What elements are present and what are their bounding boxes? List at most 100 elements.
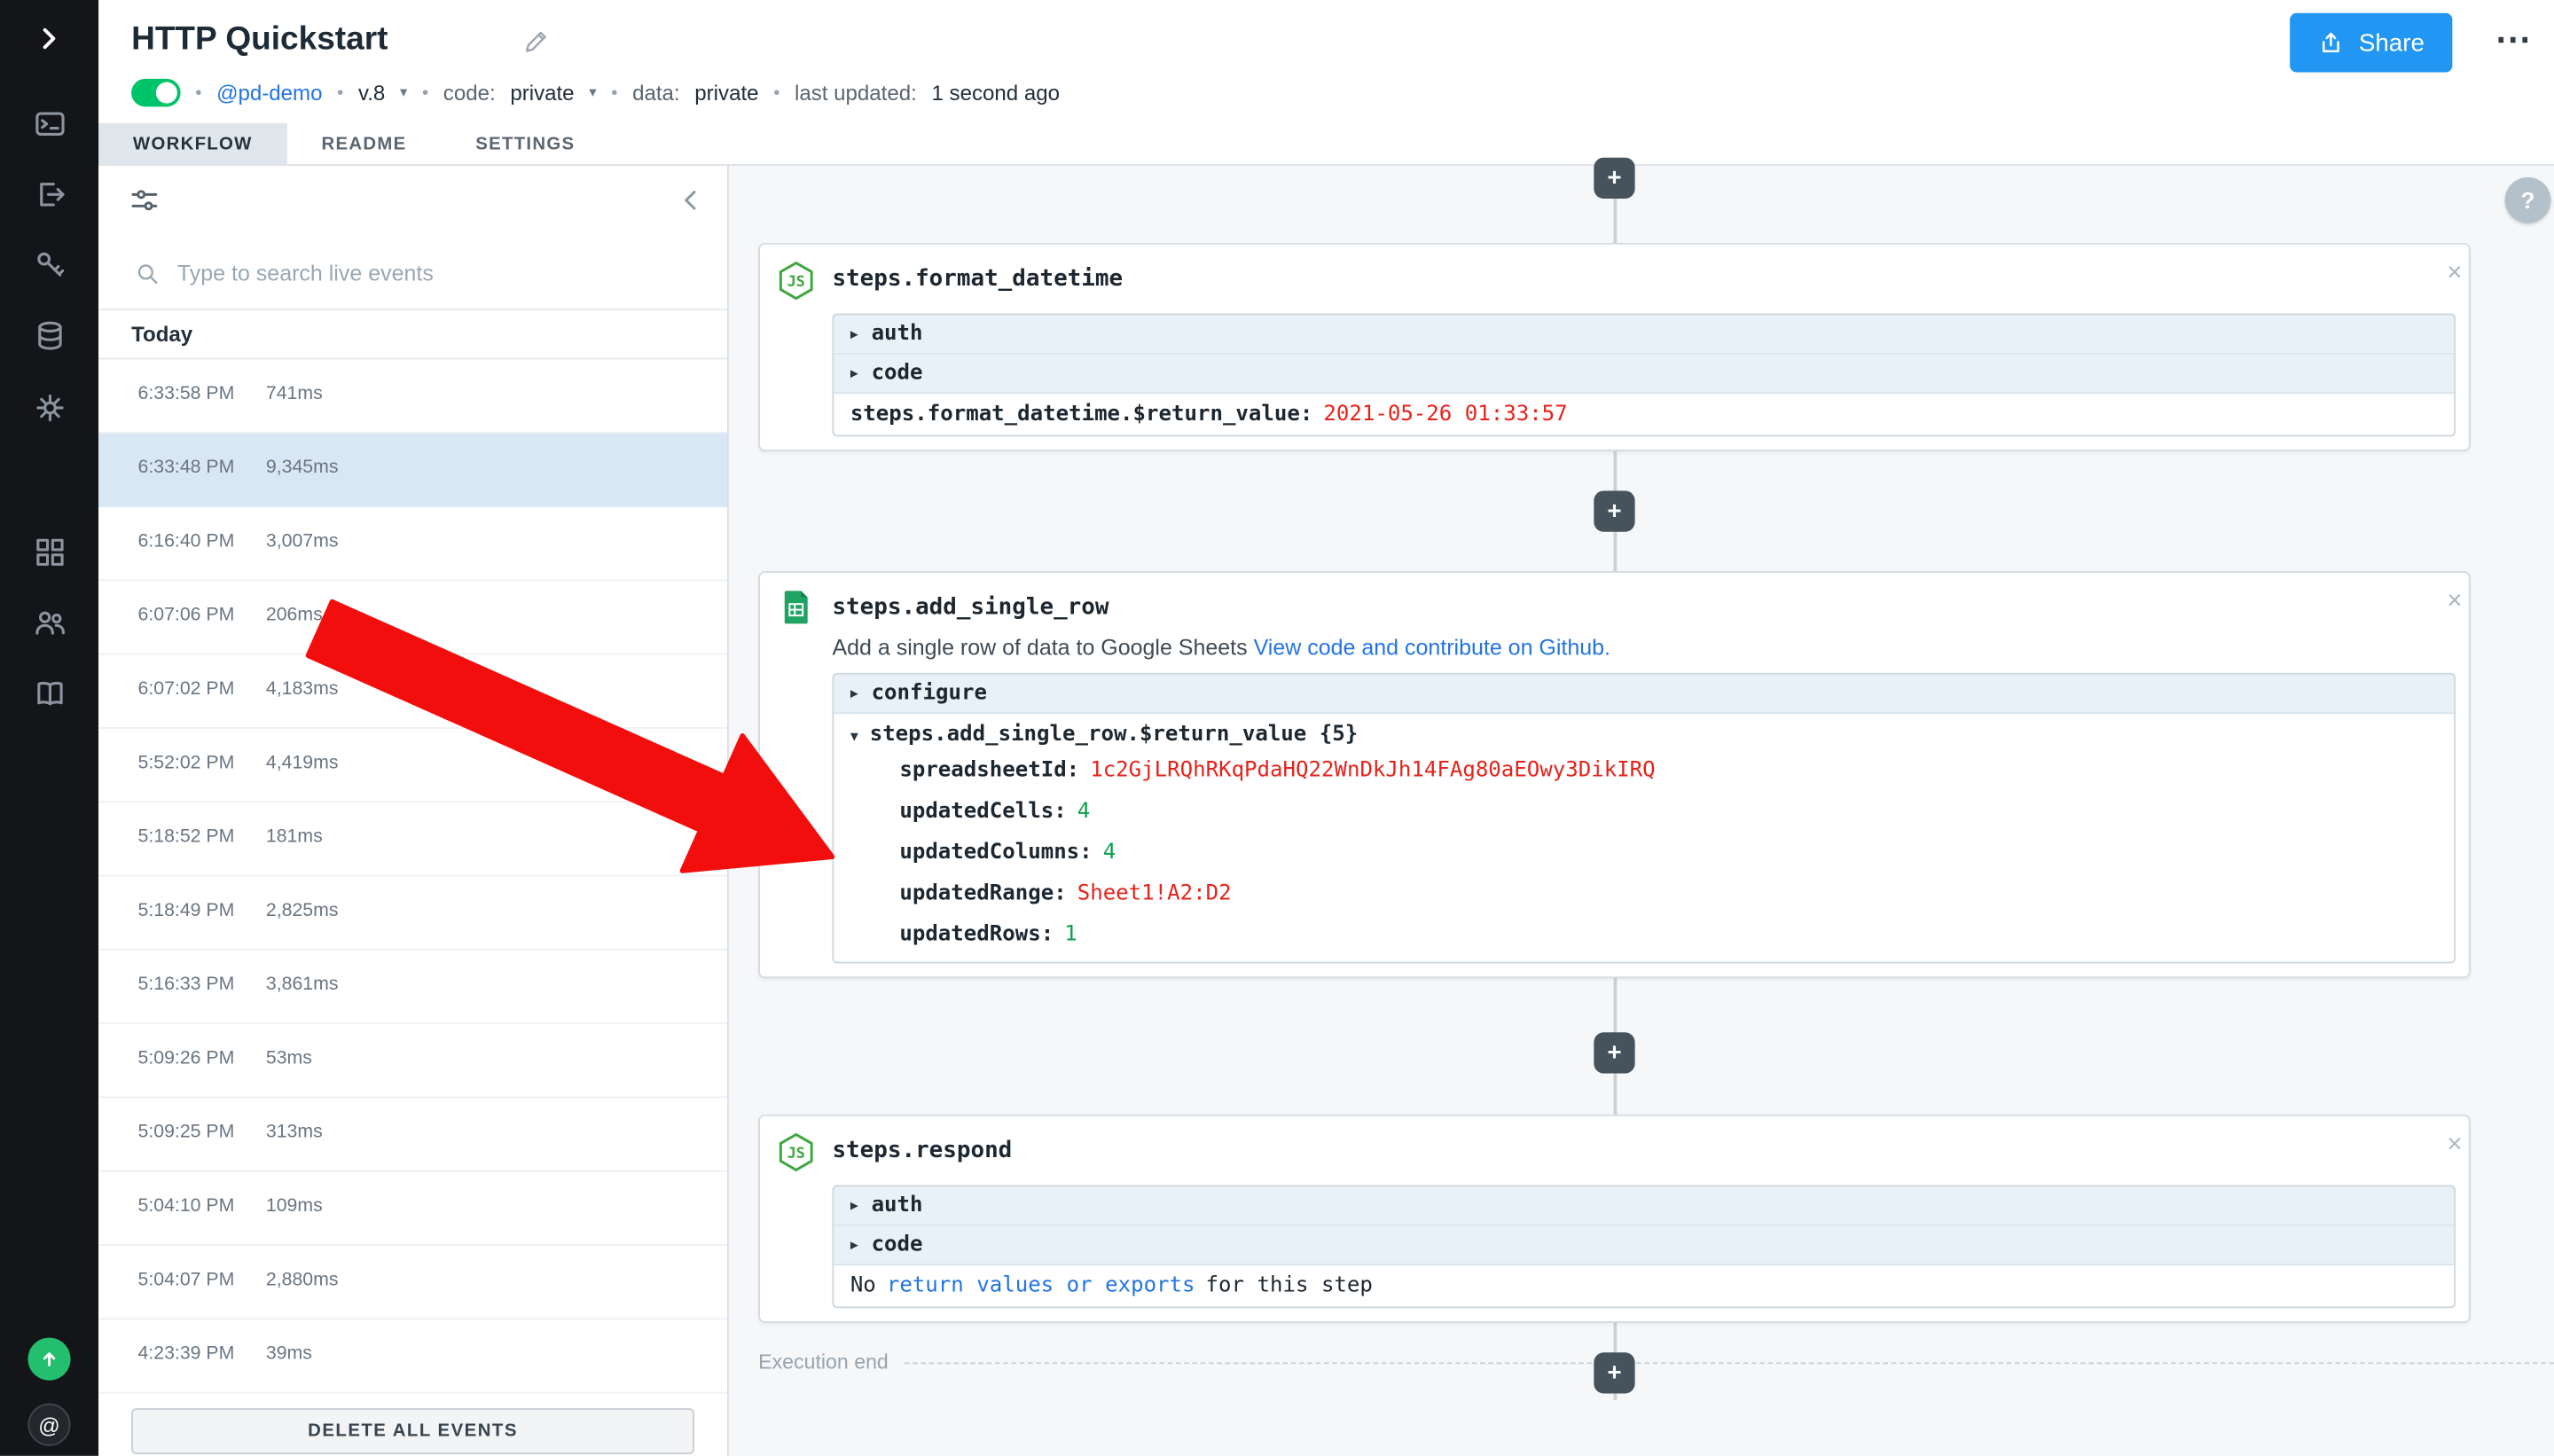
people-icon[interactable] [0,600,98,643]
last-updated-label: last updated: [795,81,917,106]
step-title: steps.format_datetime [832,266,1123,293]
caret-right-icon: ▶ [850,686,858,701]
delete-all-events-button[interactable]: DELETE ALL EVENTS [131,1408,694,1454]
event-row[interactable]: 5:04:07 PM2,880ms [98,1246,727,1319]
event-row-selected[interactable]: 6:33:48 PM9,345ms [98,434,727,507]
result-value: 2021-05-26 01:33:57 [1323,402,1567,427]
event-row[interactable]: 5:52:02 PM4,419ms [98,729,727,802]
workflow-canvas: + JS steps.format_datetime × ▶auth ▶code… [729,166,2554,1456]
event-row[interactable]: 5:09:25 PM313ms [98,1098,727,1171]
search-icon [135,260,161,286]
workflow-header: HTTP Quickstart • @pd-demo • v.8 ▾ • cod… [98,0,2554,123]
step-result: Noreturn values or exportsfor this step [834,1265,2454,1306]
event-inspector-panel: Today 6:33:58 PM741ms 6:33:48 PM9,345ms … [98,166,729,1456]
add-step-button[interactable]: + [1594,1352,1634,1393]
step-results: ▼steps.add_single_row.$return_value {5} … [834,714,2454,962]
execution-end: Execution end [758,1350,2554,1374]
share-button[interactable]: Share [2290,13,2452,73]
event-row[interactable]: 5:04:10 PM109ms [98,1172,727,1246]
edit-title-icon[interactable] [522,27,550,64]
caret-right-icon: ▶ [850,1198,858,1213]
grid-icon[interactable] [0,530,98,573]
section-code[interactable]: ▶code [834,355,2454,394]
section-code[interactable]: ▶code [834,1226,2454,1265]
separator-dot: • [422,82,428,102]
caret-right-icon: ▶ [850,326,858,341]
section-configure[interactable]: ▶configure [834,675,2454,714]
event-search [98,238,727,309]
collapse-panel-icon[interactable] [675,184,708,224]
result-field: updatedRows:1 [834,914,2454,955]
add-step-button[interactable]: + [1594,490,1634,531]
database-icon[interactable] [0,314,98,356]
step-result: steps.format_datetime.$return_value:2021… [834,394,2454,434]
section-auth[interactable]: ▶auth [834,1186,2454,1225]
google-sheets-icon [777,588,816,627]
step-title: steps.respond [832,1138,1012,1164]
more-options-icon[interactable]: ⋯ [2495,18,2532,60]
update-icon[interactable] [0,1338,98,1381]
filter-icon[interactable] [128,184,161,224]
code-visibility-value[interactable]: private [510,81,574,106]
separator-dot: • [337,82,343,102]
github-link[interactable]: View code and contribute on Github. [1254,635,1610,660]
app-window: @ HTTP Quickstart • @pd-demo • v.8 ▾ • c… [0,0,2554,1456]
gear-icon[interactable] [0,386,98,428]
terminal-icon[interactable] [0,102,98,145]
execution-end-line [905,1361,2554,1363]
data-visibility-label: data: [632,81,680,106]
code-visibility-label: code: [443,81,496,106]
step-description: Add a single row of data to Google Sheet… [832,635,2456,660]
tab-settings[interactable]: SETTINGS [441,123,609,164]
step-card-add-single-row: steps.add_single_row × Add a single row … [758,571,2471,978]
close-icon[interactable]: × [2447,261,2462,287]
add-step-button[interactable]: + [1594,1032,1634,1073]
chevron-down-icon[interactable]: ▾ [589,83,596,101]
last-updated-value: 1 second ago [931,81,1060,106]
mention-icon[interactable]: @ [0,1404,98,1446]
nodejs-icon: JS [775,259,818,301]
svg-text:JS: JS [787,1145,805,1162]
event-row[interactable]: 5:18:52 PM181ms [98,802,727,876]
separator-dot: • [611,82,617,102]
help-button[interactable]: ? [2505,177,2551,223]
tab-readme[interactable]: README [287,123,442,164]
signout-icon[interactable] [0,172,98,215]
return-value-toggle[interactable]: ▼steps.add_single_row.$return_value {5} [834,714,2454,750]
section-auth[interactable]: ▶auth [834,315,2454,354]
event-row[interactable]: 6:07:02 PM4,183ms [98,655,727,729]
exports-link[interactable]: return values or exports [887,1273,1195,1298]
deploy-toggle[interactable] [131,79,181,106]
version-label[interactable]: v.8 [358,81,385,106]
workflow-meta: • @pd-demo • v.8 ▾ • code: private ▾ • d… [131,79,1060,106]
close-icon[interactable]: × [2447,590,2462,616]
search-input[interactable] [177,261,704,286]
tab-workflow[interactable]: WORKFLOW [98,123,287,164]
left-nav-rail: @ [0,0,98,1456]
result-field: updatedColumns:4 [834,832,2454,873]
key-icon[interactable] [0,243,98,286]
event-row[interactable]: 6:16:40 PM3,007ms [98,507,727,581]
inspector-toolbar [98,166,727,238]
chevron-down-icon[interactable]: ▾ [400,83,407,101]
book-icon[interactable] [0,671,98,714]
step-app-gutter [760,573,832,976]
add-step-button[interactable]: + [1594,158,1634,199]
event-row[interactable]: 6:33:58 PM741ms [98,359,727,433]
event-row[interactable]: 5:18:49 PM2,825ms [98,876,727,950]
step-card-respond: JS steps.respond × ▶auth ▶code Noreturn … [758,1115,2471,1323]
share-icon [2318,29,2345,56]
expand-icon[interactable] [0,17,98,59]
result-field: spreadsheetId:1c2GjLRQhRKqPdaHQ22WnDkJh1… [834,750,2454,791]
event-row[interactable]: 5:09:26 PM53ms [98,1024,727,1098]
separator-dot: • [195,82,201,102]
step-app-gutter: JS [760,1116,832,1321]
result-field: updatedCells:4 [834,791,2454,832]
event-row[interactable]: 4:23:39 PM39ms [98,1319,727,1393]
account-link[interactable]: @pd-demo [216,81,322,106]
event-list: 6:33:58 PM741ms 6:33:48 PM9,345ms 6:16:4… [98,359,727,1393]
event-row[interactable]: 6:07:06 PM206ms [98,581,727,654]
close-icon[interactable]: × [2447,1132,2462,1159]
event-row[interactable]: 5:16:33 PM3,861ms [98,951,727,1024]
svg-text:JS: JS [787,273,805,290]
